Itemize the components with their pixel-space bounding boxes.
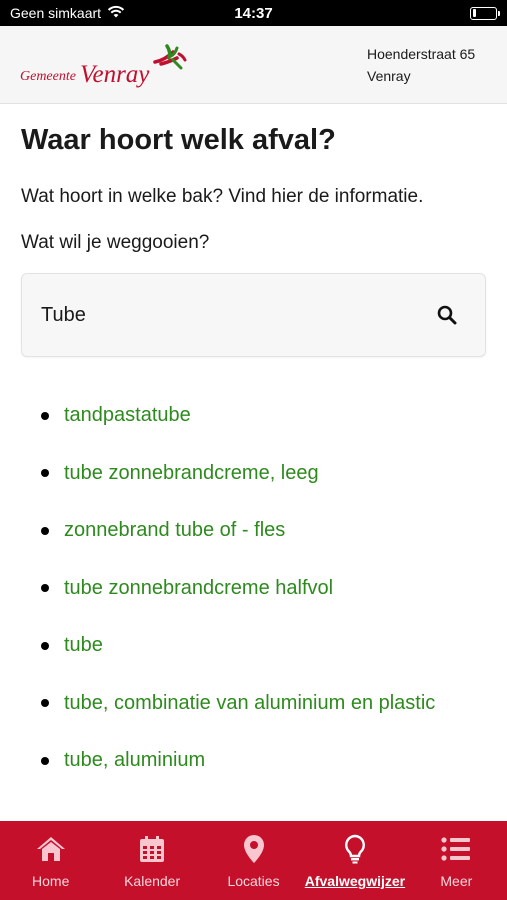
logo-star-icon (151, 42, 187, 75)
list-item: tube zonnebrandcreme, leeg (41, 445, 486, 503)
location-pin-icon (243, 834, 265, 864)
status-left: Geen simkaart (10, 5, 470, 21)
list-item: tube, aluminium (41, 732, 486, 790)
list-item: tube (41, 617, 486, 675)
address-street: Hoenderstraat 65 (367, 45, 476, 62)
list-item: zonnebrand tube of - fles (41, 502, 486, 560)
bullet-icon (41, 699, 49, 708)
result-link[interactable]: tube zonnebrandcreme halfvol (64, 577, 333, 600)
tab-label: Meer (440, 873, 473, 889)
wifi-icon (107, 5, 125, 21)
list-item: tandpastatube (41, 387, 486, 445)
search-input[interactable] (41, 303, 435, 327)
app-header: Gemeente Venray Hoenderstraat 65 Venray (0, 26, 507, 104)
bullet-icon (41, 584, 49, 593)
logo-text-big: Venray (79, 61, 150, 88)
result-link[interactable]: tandpastatube (64, 404, 191, 427)
intro-text: Wat hoort in welke bak? Vind hier de inf… (21, 186, 424, 207)
lightbulb-icon (344, 834, 366, 864)
address-city: Venray (367, 67, 411, 84)
search-box (21, 273, 486, 357)
result-link[interactable]: tube, combinatie van aluminium en plasti… (64, 692, 435, 715)
page-title: Waar hoort welk afval? (21, 124, 336, 156)
result-link[interactable]: zonnebrand tube of - fles (64, 519, 285, 542)
result-link[interactable]: tube zonnebrandcreme, leeg (64, 462, 319, 485)
results-list: tandpastatube tube zonnebrandcreme, leeg z… (21, 387, 486, 790)
home-icon (36, 834, 66, 864)
tab-meer[interactable]: Meer (406, 821, 507, 900)
tab-label: Kalender (124, 873, 181, 889)
tab-home[interactable]: Home (0, 821, 101, 900)
bullet-icon (41, 756, 49, 765)
bottom-tab-bar: Home Kalender Locaties Afvalwegwijzer Meer (0, 821, 507, 900)
tab-label: Home (32, 873, 70, 889)
search-icon[interactable] (435, 303, 459, 327)
carrier-text: Geen simkaart (10, 5, 102, 21)
search-question-label: Wat wil je weggooien? (21, 232, 210, 253)
tab-kalender[interactable]: Kalender (101, 821, 202, 900)
result-link[interactable]: tube (64, 634, 103, 657)
list-icon (441, 834, 471, 864)
battery-icon (470, 6, 500, 20)
bullet-icon (41, 411, 49, 420)
bullet-icon (41, 526, 49, 535)
address-block: Hoenderstraat 65 Venray (367, 43, 487, 87)
tab-label: Locaties (227, 873, 280, 889)
list-item: tube, combinatie van aluminium en plasti… (41, 675, 486, 733)
main-content: Waar hoort welk afval? Wat hoort in welk… (0, 104, 507, 790)
list-item: tube zonnebrandcreme halfvol (41, 560, 486, 618)
tab-afvalwegwijzer[interactable]: Afvalwegwijzer (304, 821, 405, 900)
status-bar: Geen simkaart 14:37 (0, 0, 507, 26)
battery-level (472, 9, 477, 17)
logo-text-small: Gemeente (20, 69, 76, 84)
tab-label: Afvalwegwijzer (304, 873, 406, 889)
tab-locaties[interactable]: Locaties (203, 821, 304, 900)
gemeente-venray-logo[interactable]: Gemeente Venray (20, 42, 367, 87)
status-right (470, 6, 500, 20)
calendar-icon (139, 834, 165, 864)
bullet-icon (41, 469, 49, 478)
result-link[interactable]: tube, aluminium (64, 749, 205, 772)
bullet-icon (41, 641, 49, 650)
